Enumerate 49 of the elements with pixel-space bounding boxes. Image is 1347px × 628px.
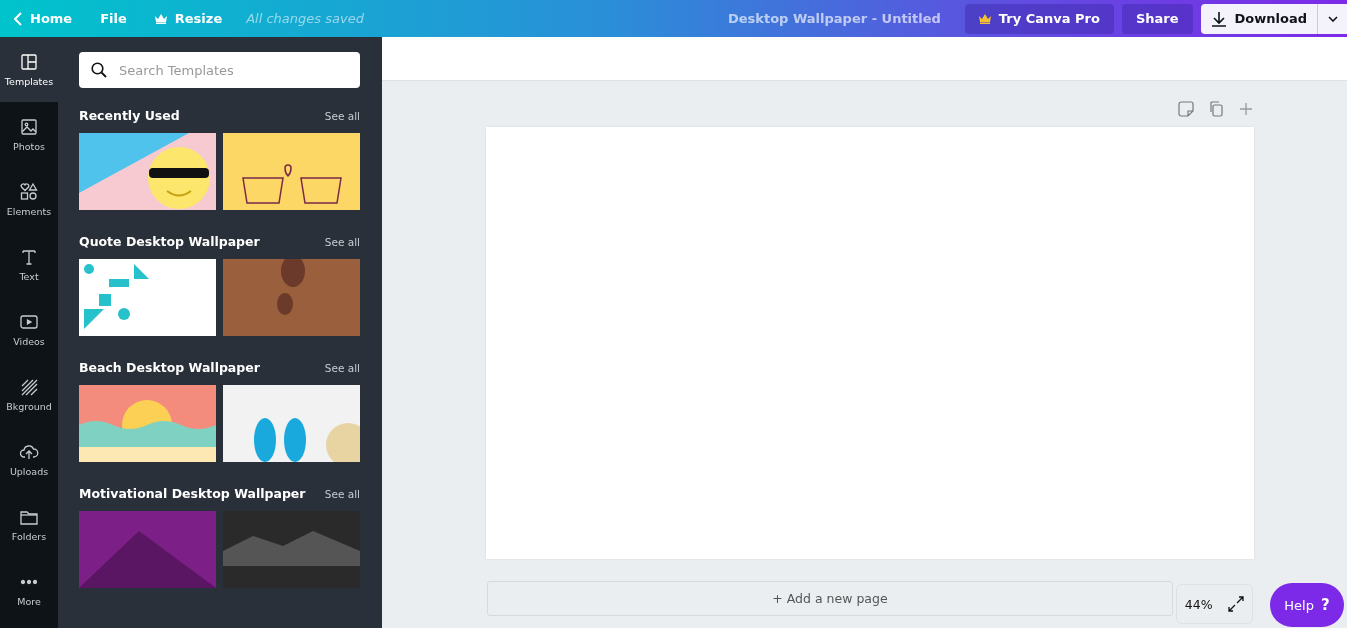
sidebar-tab[interactable]: Text [0,232,58,297]
search-bar[interactable]: Search Templates [79,52,360,88]
stripes-icon [19,377,39,397]
see-all-link[interactable]: See all [324,235,360,248]
template-thumbnail[interactable] [223,259,360,336]
template-thumbnail[interactable] [223,133,360,210]
see-all-link[interactable]: See all [324,361,360,374]
crown-icon [978,13,991,24]
chevron-left-icon [14,11,22,26]
sidebar-tab[interactable]: Photos [0,102,58,167]
caret-icon [1327,15,1338,22]
cloud-upload-icon [19,442,39,462]
letter-t-icon [19,247,39,267]
dropdown-button[interactable] [1317,3,1347,34]
layout-icon [19,52,39,72]
template-thumbnail[interactable] [223,511,360,588]
sidebar-tab[interactable]: Folders [0,492,58,557]
search-icon [91,62,107,78]
sidebar-tab[interactable]: Templates [0,37,58,102]
add-page-button[interactable]: + Add a new page [487,581,1173,616]
sidebar-tab[interactable]: Bkground [0,362,58,427]
section-title: Motivational Desktop Wallpaper [79,486,306,501]
section-title: Beach Desktop Wallpaper [79,360,260,375]
see-all-link[interactable]: See all [324,109,360,122]
help-button[interactable]: Help ? [1270,583,1344,627]
zoom-level[interactable]: 44% [1184,596,1213,612]
sidebar-tab[interactable]: More [0,557,58,622]
section-title: Recently Used [79,108,180,123]
section-title: Quote Desktop Wallpaper [79,234,260,249]
template-thumbnail[interactable] [79,385,216,462]
see-all-link[interactable]: See all [324,487,360,500]
template-thumbnail[interactable] [79,133,216,210]
crown-icon [154,13,167,24]
sidebar-tab[interactable]: Videos [0,297,58,362]
sidebar-tab[interactable]: Elements [0,167,58,232]
share-button[interactable]: Share [1121,3,1193,34]
search-field[interactable]: Search Templates [117,61,348,79]
download-button[interactable]: Download [1200,3,1317,34]
try-pro-button[interactable]: Try Canva Pro [964,3,1114,34]
sidebar-tab[interactable]: Uploads [0,427,58,492]
play-icon [19,312,39,332]
shapes-icon [19,182,39,202]
save-status: All changes saved [246,11,364,26]
template-thumbnail[interactable] [79,511,216,588]
download-icon [1210,10,1227,27]
template-thumbnail[interactable] [223,385,360,462]
template-thumbnail[interactable] [79,259,216,336]
image-icon [19,117,39,137]
expand-icon[interactable] [1228,596,1245,612]
